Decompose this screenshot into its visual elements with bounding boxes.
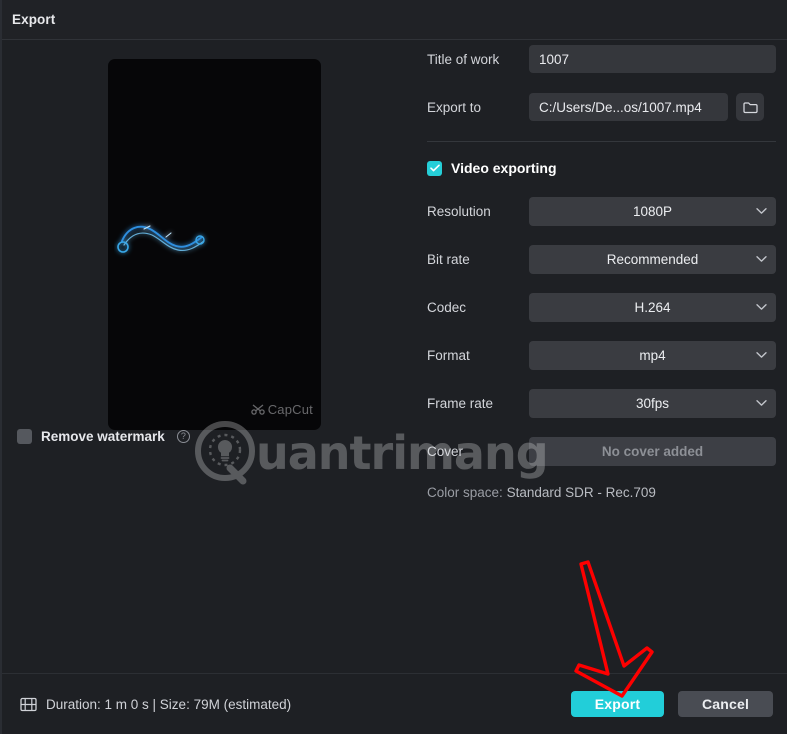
dialog-footer: Duration: 1 m 0 s | Size: 79M (estimated…	[2, 673, 787, 734]
resolution-row: Resolution 1080P	[427, 197, 787, 225]
remove-watermark-label: Remove watermark	[41, 429, 165, 444]
dialog-body: CapCut Remove watermark ? Title of work …	[2, 40, 787, 673]
preview-column: CapCut Remove watermark ?	[2, 40, 427, 673]
codec-select[interactable]: H.264	[529, 293, 776, 322]
video-preview: CapCut	[108, 59, 321, 430]
export-to-row: Export to C:/Users/De...os/1007.mp4	[427, 93, 787, 121]
resolution-select[interactable]: 1080P	[529, 197, 776, 226]
capcut-watermark: CapCut	[251, 402, 313, 417]
question-mark-icon[interactable]: ?	[177, 430, 190, 443]
title-of-work-label: Title of work	[427, 52, 529, 67]
video-preview-wrap: CapCut	[108, 59, 321, 430]
frame-rate-select[interactable]: 30fps	[529, 389, 776, 418]
format-row: Format mp4	[427, 341, 787, 369]
color-space-label: Color space:	[427, 485, 503, 500]
cover-row: Cover No cover added	[427, 437, 787, 465]
checkmark-icon	[430, 164, 440, 172]
format-label: Format	[427, 348, 529, 363]
video-exporting-label: Video exporting	[451, 160, 557, 176]
title-of-work-row: Title of work 1007	[427, 45, 787, 73]
remove-watermark-checkbox[interactable]	[17, 429, 32, 444]
chevron-down-icon	[756, 256, 767, 263]
bit-rate-value: Recommended	[607, 252, 699, 267]
film-strip-icon	[20, 697, 37, 712]
settings-divider	[427, 141, 776, 142]
codec-label: Codec	[427, 300, 529, 315]
title-of-work-input[interactable]: 1007	[529, 45, 776, 73]
bit-rate-label: Bit rate	[427, 252, 529, 267]
export-to-input[interactable]: C:/Users/De...os/1007.mp4	[529, 93, 728, 121]
remove-watermark-row[interactable]: Remove watermark ?	[17, 429, 190, 444]
frame-rate-label: Frame rate	[427, 396, 529, 411]
video-exporting-row[interactable]: Video exporting	[427, 160, 787, 176]
codec-row: Codec H.264	[427, 293, 787, 321]
browse-folder-button[interactable]	[736, 93, 764, 121]
cover-select[interactable]: No cover added	[529, 437, 776, 466]
export-dialog: Export	[0, 0, 787, 734]
capcut-logo-icon	[251, 404, 265, 415]
color-space-value: Standard SDR - Rec.709	[507, 485, 656, 500]
frame-rate-value: 30fps	[636, 396, 669, 411]
format-select[interactable]: mp4	[529, 341, 776, 370]
bit-rate-select[interactable]: Recommended	[529, 245, 776, 274]
export-to-label: Export to	[427, 100, 529, 115]
codec-value: H.264	[634, 300, 670, 315]
frame-rate-row: Frame rate 30fps	[427, 389, 787, 417]
duration-size-text: Duration: 1 m 0 s | Size: 79M (estimated…	[46, 697, 291, 712]
resolution-value: 1080P	[633, 204, 672, 219]
video-exporting-checkbox[interactable]	[427, 161, 442, 176]
footer-buttons: Export Cancel	[571, 691, 773, 717]
folder-icon	[743, 101, 758, 114]
bit-rate-row: Bit rate Recommended	[427, 245, 787, 273]
cancel-button[interactable]: Cancel	[678, 691, 773, 717]
dialog-title: Export	[12, 12, 55, 27]
chevron-down-icon	[756, 304, 767, 311]
chevron-down-icon	[756, 352, 767, 359]
chevron-down-icon	[756, 400, 767, 407]
preview-artwork-icon	[114, 207, 244, 267]
cover-label: Cover	[427, 444, 529, 459]
dialog-titlebar: Export	[2, 0, 787, 40]
chevron-down-icon	[756, 208, 767, 215]
color-space-row: Color space: Standard SDR - Rec.709	[427, 485, 787, 500]
resolution-label: Resolution	[427, 204, 529, 219]
cover-value: No cover added	[602, 444, 703, 459]
format-value: mp4	[639, 348, 665, 363]
duration-info: Duration: 1 m 0 s | Size: 79M (estimated…	[20, 697, 291, 712]
settings-column: Title of work 1007 Export to C:/Users/De…	[427, 40, 787, 673]
capcut-watermark-label: CapCut	[268, 402, 313, 417]
export-button[interactable]: Export	[571, 691, 664, 717]
